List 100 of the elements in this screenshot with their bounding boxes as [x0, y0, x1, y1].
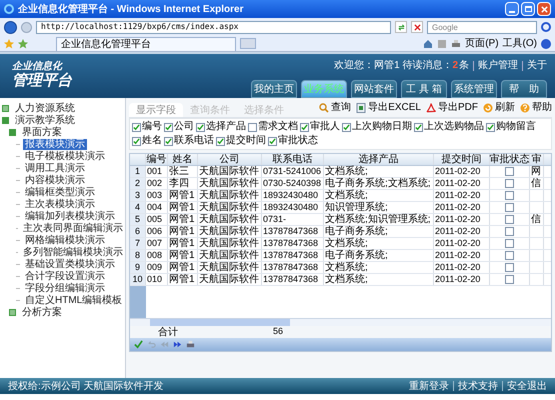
- checkbox[interactable]: [505, 215, 514, 224]
- footer-link[interactable]: 安全退出: [507, 378, 547, 394]
- nav-tab[interactable]: 系统管理: [451, 80, 497, 98]
- tree-item[interactable]: 自定义HTML编辑模板: [23, 294, 124, 306]
- print-icon[interactable]: [186, 340, 195, 349]
- nav-tab[interactable]: 工 具 箱: [401, 80, 447, 98]
- tree-item[interactable]: 合计字段设置演示: [23, 270, 107, 282]
- header-link[interactable]: 关于: [527, 58, 547, 73]
- tree-item[interactable]: 网格编辑模块演示: [23, 234, 107, 246]
- table-cell: 005: [146, 214, 168, 225]
- column-header: 编号: [146, 154, 168, 165]
- field-label: 审批人: [310, 122, 340, 132]
- table-cell: 文档系统;: [324, 274, 434, 285]
- footer-link[interactable]: 重新登录: [409, 378, 449, 394]
- confirm-icon[interactable]: [134, 340, 143, 349]
- checkbox[interactable]: [505, 203, 514, 212]
- home-icon[interactable]: [423, 38, 434, 48]
- close-button[interactable]: [537, 2, 551, 16]
- collapse-icon[interactable]: [2, 116, 9, 124]
- checkbox[interactable]: [164, 122, 173, 132]
- toolbar-button[interactable]: 导出EXCEL: [356, 100, 421, 115]
- tree-item[interactable]: 分析方案: [20, 306, 64, 318]
- search-field[interactable]: Google: [427, 20, 537, 34]
- checkbox[interactable]: [505, 179, 514, 188]
- checkbox[interactable]: [164, 136, 173, 146]
- command-menu[interactable]: 工具(O): [502, 36, 537, 51]
- table-cell: 13787847368: [262, 238, 324, 249]
- checkbox[interactable]: [505, 275, 514, 284]
- forward-button[interactable]: [21, 22, 32, 32]
- toolbar-button[interactable]: 查询: [319, 100, 352, 115]
- panel-tab[interactable]: 显示字段: [129, 103, 183, 117]
- checkbox[interactable]: [505, 191, 514, 200]
- nav-tab[interactable]: 我的主页: [251, 80, 297, 98]
- tree-item[interactable]: 基础设置类模块演示: [23, 258, 117, 270]
- horizontal-scrollbar[interactable]: [130, 318, 551, 326]
- star-icon[interactable]: [4, 38, 14, 48]
- checkbox[interactable]: [248, 122, 257, 132]
- table-cell: 天航国际软件: [198, 250, 262, 261]
- tree-item[interactable]: 编辑加列表模块演示: [23, 210, 117, 222]
- tree-item[interactable]: 报表模块演示: [23, 138, 87, 150]
- checkbox[interactable]: [505, 251, 514, 260]
- checkbox[interactable]: [505, 239, 514, 248]
- table-cell: 0731-5241006: [262, 166, 324, 177]
- checkbox[interactable]: [414, 122, 423, 132]
- nav-tab[interactable]: 帮 助: [501, 80, 547, 98]
- footer-link[interactable]: 技术支持: [458, 378, 498, 394]
- checkbox[interactable]: [132, 122, 141, 132]
- nav-tab[interactable]: 网站套件: [351, 80, 397, 98]
- header-link[interactable]: 账户管理: [478, 58, 518, 73]
- tree-item[interactable]: 电子模板模块演示: [23, 150, 107, 162]
- checkbox[interactable]: [216, 136, 225, 146]
- tree-item[interactable]: 调用工具演示: [23, 162, 87, 174]
- address-field[interactable]: http://localhost:1129/bxp6/cms/index.aspx: [36, 20, 391, 34]
- tree-item[interactable]: 字段分组编辑演示: [23, 282, 107, 294]
- tree-item[interactable]: 主次表模块演示: [23, 198, 97, 210]
- checkbox[interactable]: [342, 122, 351, 132]
- tree-item[interactable]: 人力资源系统: [13, 102, 77, 114]
- checkbox[interactable]: [196, 122, 205, 132]
- table-cell: 0731-: [262, 214, 324, 225]
- tree-item[interactable]: 主次表同界面编辑演示: [21, 222, 125, 234]
- unread-unit: 条: [459, 59, 469, 73]
- expand-icon[interactable]: [2, 104, 9, 112]
- tree-item[interactable]: 多列智能编辑模块演示: [21, 246, 125, 258]
- checkbox[interactable]: [300, 122, 309, 132]
- refresh-icon[interactable]: [395, 21, 407, 33]
- row-number: 1: [130, 166, 146, 177]
- tree-item[interactable]: 内容模块演示: [23, 174, 87, 186]
- toolbar-button[interactable]: 刷新: [483, 100, 515, 115]
- row-number: 9: [130, 262, 146, 273]
- row-number: 3: [130, 190, 146, 201]
- table-cell: 天航国际软件: [198, 274, 262, 285]
- tree-item[interactable]: 界面方案: [20, 126, 64, 138]
- stop-icon[interactable]: [411, 21, 423, 33]
- checkbox[interactable]: [505, 227, 514, 236]
- toolbar-button[interactable]: 导出PDF: [426, 100, 478, 115]
- column-header: 提交时间: [434, 154, 490, 165]
- table-cell: 2011-02-20: [434, 166, 490, 177]
- add-favorite-icon[interactable]: [18, 38, 28, 48]
- maximize-button[interactable]: [521, 2, 535, 16]
- checkbox[interactable]: [132, 136, 141, 146]
- next-icon[interactable]: [173, 340, 182, 349]
- command-menu[interactable]: 页面(P): [465, 36, 499, 51]
- row-number: 7: [130, 238, 146, 249]
- checkbox[interactable]: [505, 263, 514, 272]
- tree-item[interactable]: 演示教学系统: [13, 114, 77, 126]
- expand-icon[interactable]: [9, 308, 16, 316]
- back-button[interactable]: [4, 20, 17, 34]
- table-cell: 010: [146, 274, 168, 285]
- checkbox[interactable]: [505, 167, 514, 176]
- table-cell: 网管1: [168, 262, 198, 273]
- table-cell: 13787847368: [262, 250, 324, 261]
- field-label: 需求文档: [258, 122, 298, 132]
- tree-item[interactable]: 编辑框类型演示: [23, 186, 97, 198]
- browser-tab[interactable]: 企业信息化管理平台: [56, 36, 236, 50]
- collapse-icon[interactable]: [9, 128, 16, 136]
- toolbar-button[interactable]: 帮助: [520, 100, 552, 115]
- checkbox[interactable]: [268, 136, 277, 146]
- print-icon[interactable]: [451, 38, 462, 48]
- minimize-button[interactable]: [505, 2, 519, 16]
- checkbox[interactable]: [486, 122, 495, 132]
